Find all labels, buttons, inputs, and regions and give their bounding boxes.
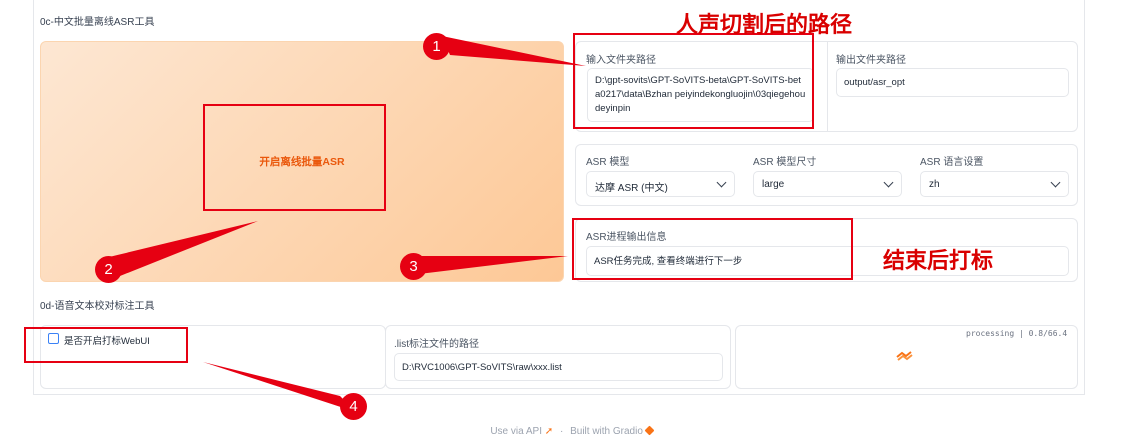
- annotation-pointer-4: [203, 362, 356, 412]
- annotation-pointers: [105, 36, 586, 412]
- gradio-logo-icon: [644, 425, 655, 436]
- footer: Use via API ➚ · Built with Gradio: [0, 425, 1143, 437]
- rocket-icon: ➚: [544, 426, 554, 437]
- annotation-badge-4: 4: [340, 393, 367, 420]
- annotation-badge-3: 3: [400, 253, 427, 280]
- annotation-title-right: 结束后打标: [883, 248, 994, 274]
- annotation-pointer-3: [411, 256, 568, 274]
- annotation-title-top: 人声切割后的路径: [676, 12, 853, 38]
- annotation-badge-1: 1: [423, 33, 450, 60]
- footer-separator: ·: [559, 426, 564, 437]
- annotation-pointer-2: [105, 221, 258, 276]
- annotation-pointer-1: [442, 36, 586, 66]
- use-via-api-link[interactable]: Use via API: [490, 426, 542, 437]
- annotation-badge-2: 2: [95, 256, 122, 283]
- built-with-gradio-link[interactable]: Built with Gradio: [570, 426, 643, 437]
